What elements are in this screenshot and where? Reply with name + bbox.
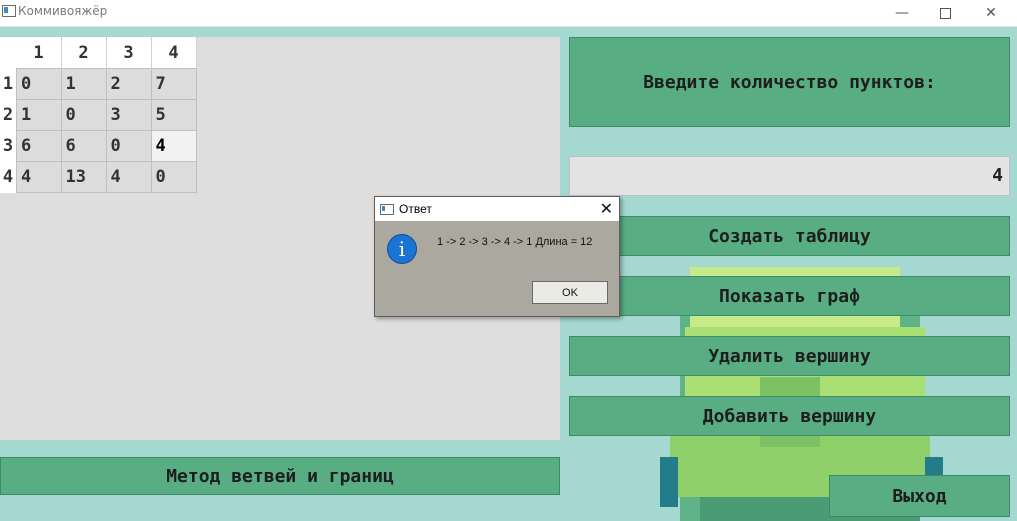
row-header[interactable]: 1	[0, 68, 17, 100]
row-header[interactable]: 3	[0, 130, 17, 162]
table-cell[interactable]: 0	[150, 161, 197, 193]
table-cell[interactable]: 6	[60, 130, 107, 162]
ok-button[interactable]: OK	[532, 281, 608, 304]
column-header[interactable]: 3	[106, 37, 152, 69]
close-icon[interactable]: ✕	[600, 199, 613, 218]
table-corner	[0, 37, 17, 69]
table-cell[interactable]: 5	[150, 99, 197, 131]
minimize-button[interactable]: —	[879, 0, 925, 26]
table-row: 3 6 6 0 4	[0, 130, 197, 162]
distance-table: 1 2 3 4 1 0 1 2 7 2 1 0 3 5 3 6 6 0 4 4 …	[0, 37, 197, 193]
table-cell[interactable]: 1	[16, 99, 62, 131]
show-graph-button[interactable]: Показать граф	[569, 276, 1010, 316]
table-cell[interactable]: 0	[60, 99, 107, 131]
maximize-icon	[939, 7, 951, 19]
table-row: 1 0 1 2 7	[0, 68, 197, 100]
dialog-title-bar: Ответ ✕	[375, 197, 619, 221]
column-header[interactable]: 4	[151, 37, 197, 69]
row-header[interactable]: 2	[0, 99, 17, 131]
dialog-title: Ответ	[399, 202, 432, 216]
exit-button[interactable]: Выход	[829, 475, 1010, 517]
add-vertex-button[interactable]: Добавить вершину	[569, 396, 1010, 436]
table-cell[interactable]: 2	[105, 68, 152, 100]
column-header[interactable]: 2	[61, 37, 107, 69]
close-icon: ✕	[985, 5, 997, 21]
dialog-message: 1 -> 2 -> 3 -> 4 -> 1 Длина = 12	[437, 236, 593, 248]
title-bar: Коммивояжёр — ✕	[0, 0, 1017, 27]
answer-dialog: Ответ ✕ i 1 -> 2 -> 3 -> 4 -> 1 Длина = …	[374, 196, 620, 317]
table-cell-selected[interactable]: 4	[150, 130, 197, 162]
table-cell[interactable]: 1	[60, 68, 107, 100]
minimize-icon: —	[895, 5, 909, 21]
maximize-button[interactable]	[922, 0, 968, 26]
close-window-button[interactable]: ✕	[968, 0, 1014, 26]
table-cell[interactable]: 0	[16, 68, 62, 100]
info-icon: i	[387, 234, 417, 264]
table-row: 2 1 0 3 5	[0, 99, 197, 131]
window-title: Коммивояжёр	[18, 4, 108, 18]
table-cell[interactable]: 7	[150, 68, 197, 100]
delete-vertex-button[interactable]: Удалить вершину	[569, 336, 1010, 376]
table-cell[interactable]: 3	[105, 99, 152, 131]
column-header[interactable]: 1	[16, 37, 62, 69]
table-cell[interactable]: 6	[16, 130, 62, 162]
count-prompt-label: Введите количество пунктов:	[569, 37, 1010, 127]
app-icon	[2, 5, 16, 17]
table-cell[interactable]: 4	[16, 161, 62, 193]
app-icon	[380, 204, 394, 215]
table-cell[interactable]: 4	[105, 161, 152, 193]
table-cell[interactable]: 0	[105, 130, 152, 162]
branch-and-bound-button[interactable]: Метод ветвей и границ	[0, 457, 560, 495]
row-header[interactable]: 4	[0, 161, 17, 193]
table-cell[interactable]: 13	[60, 161, 107, 193]
count-input[interactable]: 4	[569, 156, 1010, 196]
table-row: 4 4 13 4 0	[0, 161, 197, 193]
create-table-button[interactable]: Создать таблицу	[569, 216, 1010, 256]
